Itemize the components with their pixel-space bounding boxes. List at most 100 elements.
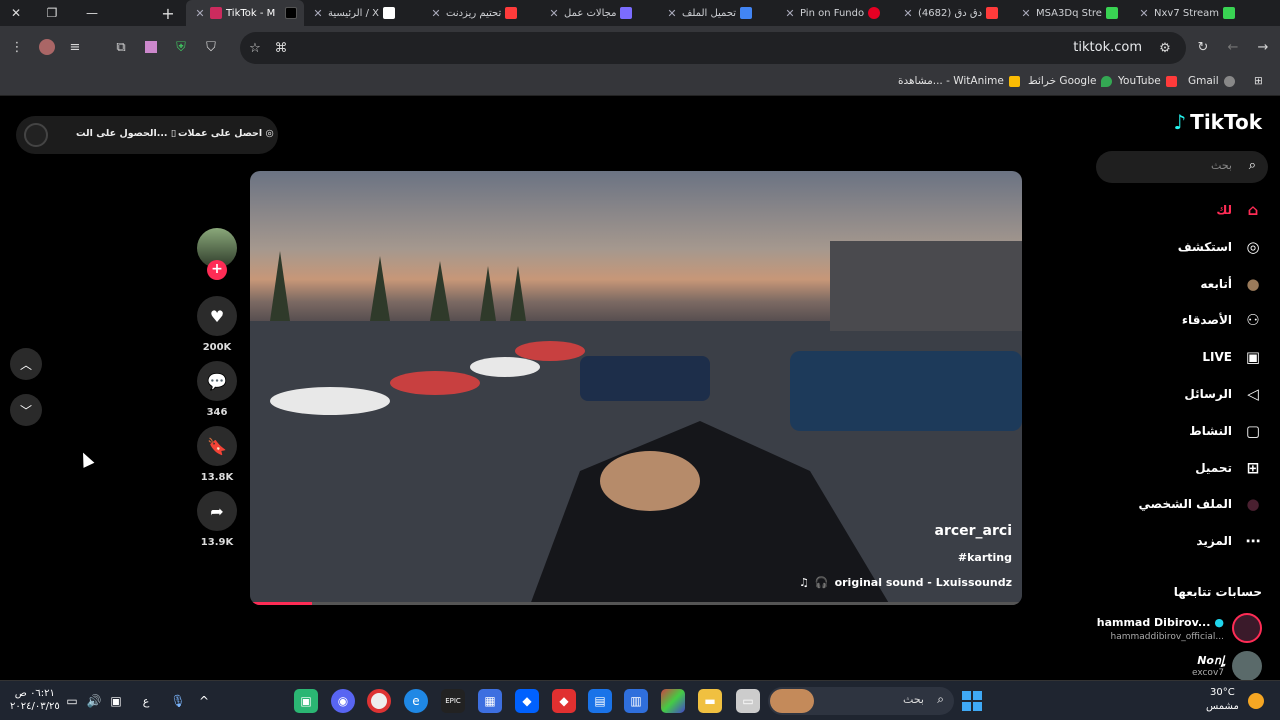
- nav-item-9[interactable]: المزيد ⋯: [1196, 526, 1264, 556]
- language-indicator[interactable]: ع: [134, 689, 158, 713]
- video-sound[interactable]: ♫ 🎧 original sound - Lxuissoundz: [799, 576, 1012, 589]
- get-coins-button[interactable]: احصل على عملات ◎: [178, 128, 274, 139]
- tab-close-icon[interactable]: ✕: [666, 7, 678, 20]
- volume-icon[interactable]: 🔊: [82, 689, 106, 713]
- tab-close-icon[interactable]: ✕: [784, 7, 796, 20]
- app-icon-3[interactable]: ◆: [552, 689, 576, 713]
- video-hashtag[interactable]: #karting: [958, 551, 1012, 564]
- dropbox-icon[interactable]: ◆: [515, 689, 539, 713]
- tab-download[interactable]: ✕ تحميل الملف: [666, 0, 774, 26]
- translate-icon[interactable]: ⌘: [268, 35, 294, 61]
- nav-item-4[interactable]: LIVE ▣: [1202, 342, 1264, 372]
- video-progress-bar[interactable]: [250, 602, 1022, 605]
- file-explorer-icon[interactable]: ▬: [698, 689, 722, 713]
- nav-item-6[interactable]: النشاط ▢: [1189, 416, 1264, 446]
- network-icon[interactable]: ▣: [104, 689, 128, 713]
- nav-item-1[interactable]: استكشف ◎: [1178, 232, 1264, 262]
- account-avatar[interactable]: [1232, 651, 1262, 681]
- comment-icon[interactable]: 💬: [197, 361, 237, 401]
- battery-icon[interactable]: ▭: [60, 689, 84, 713]
- nav-item-2[interactable]: أتابعه ●: [1200, 269, 1264, 299]
- tab-tiktok[interactable]: ✕ TikTok - M: [186, 0, 304, 26]
- bookmark-witanime[interactable]: مشاهدة... - WitAnime: [898, 75, 1020, 87]
- bookmark-icon[interactable]: 🔖: [197, 426, 237, 466]
- chevron-up-icon[interactable]: ^: [192, 689, 216, 713]
- nav-item-0[interactable]: لك ⌂: [1216, 195, 1264, 225]
- maximize-window-icon[interactable]: ❐: [36, 0, 68, 26]
- nav-item-8[interactable]: الملف الشخصي ●: [1139, 489, 1264, 519]
- tiktok-logo[interactable]: ♪ TikTok: [1173, 110, 1262, 134]
- microsoft-store-icon[interactable]: ▥: [624, 689, 648, 713]
- like-action[interactable]: ♥ 200K: [197, 296, 237, 353]
- shield-icon[interactable]: ⛉: [198, 34, 224, 60]
- comment-action[interactable]: 💬 346: [197, 361, 237, 418]
- tab-pinterest[interactable]: ✕ Pin on Fundo: [784, 0, 892, 26]
- search-box[interactable]: ⌕ بحث: [1096, 151, 1268, 183]
- video-author[interactable]: arcer_arci: [935, 523, 1013, 539]
- menu-kebab-icon[interactable]: ⋮: [4, 34, 30, 60]
- tab-kick-2[interactable]: ✕ Nxv7 Stream: [1138, 0, 1246, 26]
- tab-close-icon[interactable]: ✕: [902, 7, 914, 20]
- following-account-1[interactable]: hammad Dibirov... ●: [1097, 616, 1224, 629]
- nav-item-7[interactable]: تحميل ⊞: [1195, 453, 1264, 483]
- nav-item-3[interactable]: الأصدقاء ⚇: [1182, 305, 1264, 335]
- site-settings-icon[interactable]: ⚙: [1152, 35, 1178, 61]
- windows-start-icon[interactable]: [960, 689, 984, 713]
- follow-plus-icon[interactable]: +: [207, 260, 227, 280]
- shield-green-icon[interactable]: ⛨: [168, 34, 194, 60]
- tab-close-icon[interactable]: ✕: [1138, 7, 1150, 20]
- tab-close-icon[interactable]: ✕: [548, 7, 560, 20]
- clock[interactable]: ٠٦:٢١ ص ٢٠٢٤/٠٣/٢٥: [10, 687, 60, 713]
- share-action[interactable]: ➦ 13.9K: [197, 491, 237, 548]
- microphone-icon[interactable]: 🎙: [166, 689, 190, 713]
- copilot-icon[interactable]: [661, 689, 685, 713]
- forward-icon[interactable]: ←: [1220, 34, 1246, 60]
- tab-close-icon[interactable]: ✕: [1020, 7, 1032, 20]
- discord-icon[interactable]: ◉: [331, 689, 355, 713]
- save-action[interactable]: 🔖 13.8K: [197, 426, 237, 483]
- reload-icon[interactable]: ↻: [1190, 34, 1216, 60]
- tab-kick-1[interactable]: ✕ MSA3Dq Stre: [1020, 0, 1128, 26]
- profile-avatar-icon[interactable]: [34, 34, 60, 60]
- video-player[interactable]: arcer_arci #karting ♫ 🎧 original sound -…: [250, 171, 1022, 605]
- previous-video-button[interactable]: ︿: [10, 348, 42, 380]
- tab-close-icon[interactable]: ✕: [194, 7, 206, 20]
- app-icon-4[interactable]: ▤: [588, 689, 612, 713]
- address-bar[interactable]: ☆ ⌘ tiktok.com ⚙: [240, 32, 1186, 64]
- extensions-icon[interactable]: ⧉: [108, 34, 134, 60]
- minimize-window-icon[interactable]: —: [76, 0, 108, 26]
- epic-games-icon[interactable]: EPIC: [441, 689, 465, 713]
- app-icon-5[interactable]: ▭: [736, 689, 760, 713]
- tab-x[interactable]: ✕ الرئيسية / X: [312, 0, 420, 26]
- url-text[interactable]: tiktok.com: [1073, 40, 1142, 55]
- weather-widget[interactable]: 30°C مشمس: [1206, 686, 1239, 714]
- tab-jobs[interactable]: ✕ مجالات عمل: [548, 0, 656, 26]
- bookmark-gmail[interactable]: Gmail: [1188, 75, 1235, 87]
- heart-icon[interactable]: ♥: [197, 296, 237, 336]
- account-avatar[interactable]: [1232, 613, 1262, 643]
- bookmark-maps[interactable]: خرائط Google: [1028, 75, 1113, 87]
- back-icon[interactable]: →: [1250, 34, 1276, 60]
- get-app-button[interactable]: الحصول على الت... ▯: [76, 128, 176, 139]
- app-icon-2[interactable]: ▦: [478, 689, 502, 713]
- reading-list-icon[interactable]: ≡: [62, 34, 88, 60]
- search-icon[interactable]: ⌕: [1249, 158, 1256, 173]
- tab-close-icon[interactable]: ✕: [312, 7, 324, 20]
- apps-grid-icon[interactable]: ⊞: [1254, 75, 1263, 87]
- avatar-icon[interactable]: [24, 123, 48, 147]
- taskbar-search[interactable]: بحث ⌕: [768, 687, 954, 715]
- chrome-icon[interactable]: [367, 689, 391, 713]
- nav-item-5[interactable]: الرسائل ◁: [1184, 379, 1264, 409]
- tab-close-icon[interactable]: ✕: [430, 7, 442, 20]
- tab-youtube-1[interactable]: ✕ تحتيم ريزدنت: [430, 0, 538, 26]
- bookmark-star-icon[interactable]: ☆: [242, 35, 268, 61]
- extension-icon[interactable]: [138, 34, 164, 60]
- edge-icon[interactable]: e: [404, 689, 428, 713]
- next-video-button[interactable]: ﹀: [10, 394, 42, 426]
- close-window-icon[interactable]: ✕: [0, 0, 32, 26]
- tab-youtube-2[interactable]: ✕ (4682) دق دق: [902, 0, 1010, 26]
- share-icon[interactable]: ➦: [197, 491, 237, 531]
- bookmark-youtube[interactable]: YouTube: [1118, 75, 1177, 87]
- account-name[interactable]: Nonٍإ: [1197, 654, 1224, 667]
- new-tab-icon[interactable]: +: [152, 0, 184, 26]
